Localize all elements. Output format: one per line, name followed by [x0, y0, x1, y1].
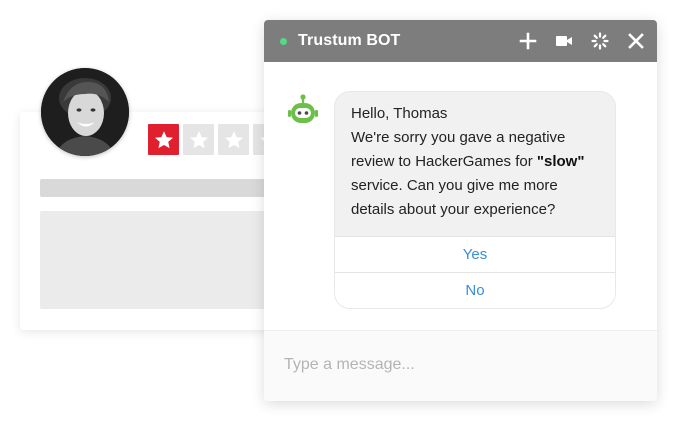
video-camera-icon[interactable] — [555, 32, 573, 50]
message-composer — [264, 330, 657, 401]
header-actions — [519, 32, 645, 50]
chat-header: Trustum BOT — [264, 20, 657, 62]
online-status-dot — [280, 37, 287, 45]
chat-body: Hello, Thomas We're sorry you gave a neg… — [264, 62, 657, 330]
plus-icon[interactable] — [519, 32, 537, 50]
stage: Trustum BOT Hello, Thomas We're sorry yo… — [0, 0, 676, 421]
chat-window: Trustum BOT Hello, Thomas We're sorry yo… — [264, 20, 657, 401]
message-input[interactable] — [284, 353, 634, 377]
close-icon[interactable] — [627, 32, 645, 50]
bot-avatar-icon — [288, 94, 318, 123]
message-greeting: Hello, Thomas — [351, 105, 448, 122]
bot-message-text: Hello, Thomas We're sorry you gave a neg… — [335, 92, 615, 236]
loading-spinner-icon[interactable] — [591, 32, 609, 50]
message-text-end: service. Can you give me more details ab… — [351, 177, 558, 218]
chat-title: Trustum BOT — [298, 32, 401, 49]
yes-button[interactable]: Yes — [335, 236, 615, 272]
bot-message-bubble: Hello, Thomas We're sorry you gave a neg… — [334, 91, 616, 309]
message-highlight: "slow" — [536, 153, 585, 170]
user-avatar — [41, 68, 129, 156]
star-3-icon — [218, 124, 249, 155]
review-body-placeholder — [40, 211, 300, 309]
no-button[interactable]: No — [335, 272, 615, 308]
message-body: We're sorry you gave a negative review t… — [351, 126, 599, 222]
message-text-start: We're sorry you gave a negative review t… — [351, 129, 566, 170]
review-title-placeholder — [40, 179, 300, 197]
star-2-icon — [183, 124, 214, 155]
star-1-icon — [148, 124, 179, 155]
